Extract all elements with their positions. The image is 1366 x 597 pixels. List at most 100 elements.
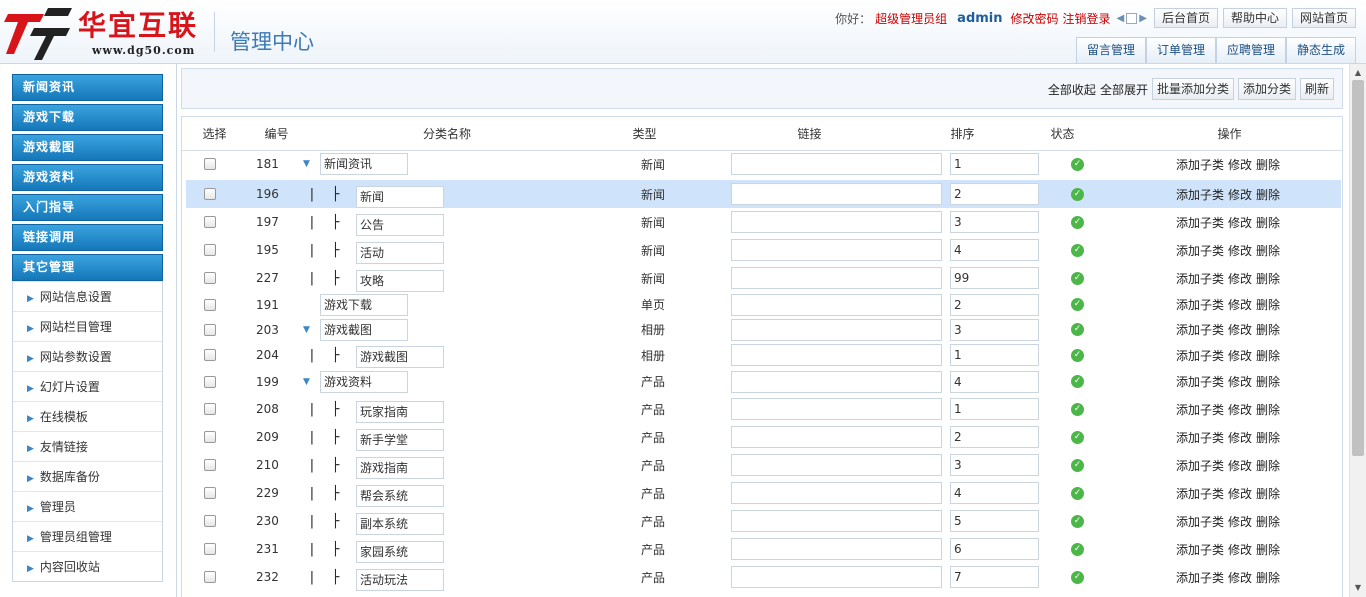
category-name-input[interactable]: 新闻资讯 [320, 153, 408, 175]
category-name-input[interactable]: 家园系统 [356, 541, 444, 563]
status-check-icon[interactable]: ✓ [1071, 402, 1084, 416]
add-child-link[interactable]: 添加子类 [1176, 347, 1224, 364]
add-child-link[interactable]: 添加子类 [1176, 186, 1224, 203]
edit-link[interactable]: 修改 [1228, 485, 1252, 502]
scroll-down-icon[interactable]: ▼ [1350, 581, 1366, 595]
table-row[interactable]: 197 | ├ 公告 新闻 3 ✓ 添加子类 修改 删除 [186, 208, 1341, 236]
category-name-input[interactable]: 副本系统 [356, 513, 444, 535]
delete-link[interactable]: 删除 [1256, 186, 1280, 203]
table-row[interactable]: 203 ▼ 游戏截图 相册 3 ✓ 添加子类 修改 删除 [186, 317, 1341, 342]
add-child-link[interactable]: 添加子类 [1176, 296, 1224, 313]
status-check-icon[interactable]: ✓ [1071, 542, 1084, 556]
delete-link[interactable]: 删除 [1256, 429, 1280, 446]
category-name-input[interactable]: 玩家指南 [356, 401, 444, 423]
link-input[interactable] [731, 239, 942, 261]
sort-input[interactable]: 1 [950, 344, 1039, 366]
expand-all-link[interactable]: 全部展开 [1100, 81, 1148, 98]
logo[interactable]: 华宜互联 www.dg50.com [4, 2, 214, 60]
status-check-icon[interactable]: ✓ [1071, 323, 1084, 336]
next-arrow-icon[interactable]: ▶ [1139, 13, 1147, 24]
edit-link[interactable]: 修改 [1228, 270, 1252, 287]
sidebar-menu-game-info[interactable]: 游戏资料 [12, 164, 163, 191]
layout-toggle-icon[interactable] [1126, 12, 1138, 24]
category-name-input[interactable]: 游戏下载 [320, 293, 408, 316]
row-checkbox[interactable] [204, 216, 216, 228]
edit-link[interactable]: 修改 [1228, 429, 1252, 446]
row-checkbox[interactable] [204, 487, 216, 499]
add-child-link[interactable]: 添加子类 [1176, 270, 1224, 287]
row-checkbox[interactable] [204, 272, 216, 284]
link-input[interactable] [731, 510, 942, 532]
delete-link[interactable]: 删除 [1256, 373, 1280, 390]
status-check-icon[interactable]: ✓ [1071, 157, 1084, 171]
sidebar-item-friend-links[interactable]: ▶ 友情链接 [13, 431, 162, 461]
sidebar-item-db-backup[interactable]: ▶ 数据库备份 [13, 461, 162, 491]
prev-arrow-icon[interactable]: ◀ [1117, 13, 1125, 24]
sort-input[interactable]: 2 [950, 426, 1039, 448]
batch-add-category-button[interactable]: 批量添加分类 [1151, 78, 1234, 100]
link-input[interactable] [731, 538, 942, 560]
edit-link[interactable]: 修改 [1228, 373, 1252, 390]
sidebar-item-templates[interactable]: ▶ 在线模板 [13, 401, 162, 431]
sidebar-item-site-info[interactable]: ▶ 网站信息设置 [13, 281, 162, 311]
category-name-input[interactable]: 活动玩法 [356, 569, 444, 591]
add-child-link[interactable]: 添加子类 [1176, 569, 1224, 586]
row-checkbox[interactable] [204, 515, 216, 527]
link-input[interactable] [731, 426, 942, 448]
refresh-button[interactable]: 刷新 [1299, 78, 1334, 100]
scroll-up-icon[interactable]: ▲ [1350, 66, 1366, 80]
category-name-input[interactable]: 公告 [356, 214, 444, 236]
sort-input[interactable]: 2 [950, 293, 1039, 316]
edit-link[interactable]: 修改 [1228, 214, 1252, 231]
collapse-all-link[interactable]: 全部收起 [1048, 81, 1096, 98]
row-checkbox[interactable] [204, 543, 216, 555]
link-input[interactable] [731, 344, 942, 366]
sort-input[interactable]: 7 [950, 566, 1039, 588]
status-check-icon[interactable]: ✓ [1071, 458, 1084, 472]
page-scrollbar[interactable]: ▲ ▼ [1349, 64, 1366, 597]
edit-link[interactable]: 修改 [1228, 569, 1252, 586]
add-category-button[interactable]: 添加分类 [1237, 78, 1296, 100]
expand-toggle-icon[interactable]: ▼ [303, 368, 310, 395]
table-row[interactable]: 209 | ├ 新手学堂 产品 2 ✓ 添加子类 修改 删除 [186, 423, 1341, 451]
status-check-icon[interactable]: ✓ [1071, 375, 1084, 388]
sidebar-item-site-columns[interactable]: ▶ 网站栏目管理 [13, 311, 162, 341]
link-input[interactable] [731, 370, 942, 393]
edit-link[interactable]: 修改 [1228, 457, 1252, 474]
edit-link[interactable]: 修改 [1228, 186, 1252, 203]
delete-link[interactable]: 删除 [1256, 156, 1280, 173]
delete-link[interactable]: 删除 [1256, 541, 1280, 558]
admin-home-button[interactable]: 后台首页 [1153, 8, 1218, 28]
add-child-link[interactable]: 添加子类 [1176, 214, 1224, 231]
table-row[interactable]: 230 | ├ 副本系统 产品 5 ✓ 添加子类 修改 删除 [186, 507, 1341, 535]
help-center-button[interactable]: 帮助中心 [1222, 8, 1287, 28]
category-name-input[interactable]: 游戏资料 [320, 370, 408, 393]
status-check-icon[interactable]: ✓ [1071, 215, 1084, 229]
row-checkbox[interactable] [204, 571, 216, 583]
change-password-link[interactable]: 修改密码 [1011, 10, 1059, 27]
status-check-icon[interactable]: ✓ [1071, 271, 1084, 285]
table-row[interactable]: 210 | ├ 游戏指南 产品 3 ✓ 添加子类 修改 删除 [186, 451, 1341, 479]
sort-input[interactable]: 99 [950, 267, 1039, 289]
link-input[interactable] [731, 293, 942, 316]
status-check-icon[interactable]: ✓ [1071, 298, 1084, 311]
edit-link[interactable]: 修改 [1228, 156, 1252, 173]
delete-link[interactable]: 删除 [1256, 214, 1280, 231]
sort-input[interactable]: 3 [950, 454, 1039, 476]
delete-link[interactable]: 删除 [1256, 457, 1280, 474]
tab-jobs[interactable]: 应聘管理 [1215, 37, 1286, 63]
row-checkbox[interactable] [204, 188, 216, 200]
delete-link[interactable]: 删除 [1256, 401, 1280, 418]
sidebar-menu-news[interactable]: 新闻资讯 [12, 74, 163, 101]
row-checkbox[interactable] [204, 158, 216, 170]
status-check-icon[interactable]: ✓ [1071, 187, 1084, 201]
category-name-input[interactable]: 新手学堂 [356, 429, 444, 451]
edit-link[interactable]: 修改 [1228, 242, 1252, 259]
edit-link[interactable]: 修改 [1228, 296, 1252, 313]
sidebar-item-site-params[interactable]: ▶ 网站参数设置 [13, 341, 162, 371]
row-checkbox[interactable] [204, 403, 216, 415]
sort-input[interactable]: 4 [950, 370, 1039, 393]
table-row[interactable]: 199 ▼ 游戏资料 产品 4 ✓ 添加子类 修改 删除 [186, 368, 1341, 395]
add-child-link[interactable]: 添加子类 [1176, 457, 1224, 474]
table-row[interactable]: 181 ▼ 新闻资讯 新闻 1 ✓ 添加子类 修改 删除 [186, 152, 1341, 176]
